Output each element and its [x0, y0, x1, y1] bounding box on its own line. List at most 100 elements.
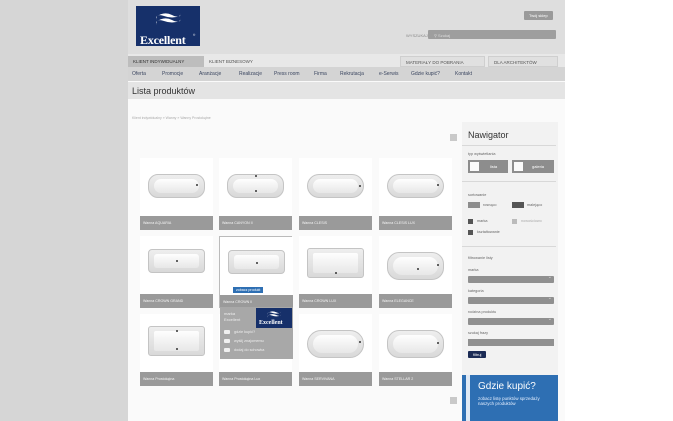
view-gallery-button[interactable]: galeria — [512, 160, 554, 173]
product-label: Wanna Prostokątna — [140, 372, 213, 386]
view-product-badge[interactable]: zobacz produkt — [233, 287, 264, 293]
sort-asc-label: rosnąco — [483, 203, 497, 207]
filter-brand-select[interactable] — [468, 274, 554, 283]
search-placeholder: Szukaj — [438, 33, 451, 38]
grid-icon — [514, 162, 523, 171]
hover-brand-line2: Excellent — [224, 317, 241, 322]
sort-label: sortowanie — [468, 193, 487, 197]
product-card[interactable]: Wanna CANYON II — [219, 158, 292, 230]
sort-desc-icon[interactable] — [512, 202, 524, 208]
hover-brand-logo: Excellent — [256, 308, 292, 328]
divider — [462, 246, 556, 247]
view-list-button[interactable]: lista — [468, 160, 508, 173]
brand-name: Excellent — [140, 33, 186, 47]
nav-item-realizacje[interactable]: Realizacje — [239, 71, 262, 77]
tab-individual-client[interactable]: KLIENT INDYWIDUALNY — [128, 56, 204, 67]
product-label: Wanna Prostokątna Lux — [219, 372, 292, 386]
view-type-label: typ wyświetlania — [468, 152, 496, 156]
clipboard-icon — [224, 348, 230, 352]
registered-mark: ® — [193, 33, 196, 37]
navigator-title: Nawigator — [468, 130, 509, 140]
product-card[interactable]: Wanna CLESIS LUX — [379, 158, 452, 230]
sort-brand-checkbox[interactable] — [468, 219, 473, 224]
nav-item-gdzie-kupic[interactable]: Gdzie kupić? — [411, 71, 440, 77]
hover-brand-name: Excellent — [259, 320, 283, 326]
add-to-clipboard-link[interactable]: dodaj do schowka — [234, 348, 264, 352]
view-list-label: lista — [490, 164, 498, 169]
tab-business-client[interactable]: KLIENT BIZNESOWY — [204, 56, 266, 67]
product-image — [379, 314, 452, 372]
excellent-logo[interactable]: Excellent ® — [136, 6, 200, 47]
product-label: Wanna ELEGANCE — [379, 294, 452, 308]
product-card[interactable]: Wanna ELEGANCE — [379, 236, 452, 308]
product-card-hovered[interactable]: zobacz produkt Wanna CROWN II — [219, 236, 293, 309]
mail-icon — [224, 339, 230, 343]
search-label: WYSZUKAJ — [406, 33, 428, 38]
scroll-down-arrow-icon[interactable] — [450, 397, 457, 404]
divider — [462, 145, 556, 146]
sort-new-checkbox[interactable] — [512, 219, 517, 224]
sort-price-checkbox[interactable] — [468, 230, 473, 235]
wave-logo-icon — [156, 13, 181, 25]
product-card[interactable]: Wanna SERVIVANA — [299, 314, 372, 386]
product-hover-menu: marka Excellent Excellent gdzie kupić? w… — [220, 307, 293, 359]
filter-phrase-input[interactable] — [468, 339, 554, 346]
product-label: Wanna CANYON II — [219, 216, 292, 230]
product-card[interactable]: Wanna Prostokątna — [140, 314, 213, 386]
product-image — [299, 236, 372, 294]
top-right-button[interactable]: Twój sklep — [524, 11, 553, 20]
nav-item-rekrutacja[interactable]: Rekrutacja — [340, 71, 364, 77]
page: Excellent ® Twój sklep WYSZUKAJ ⚲ Szukaj… — [128, 0, 565, 421]
nav-item-press-room[interactable]: Press room — [274, 71, 300, 77]
where-to-buy-banner[interactable]: Gdzie kupić? zobacz listę punktów sprzed… — [462, 375, 558, 421]
sort-brand-label: marka — [477, 219, 488, 223]
hover-brand-line1: marka — [224, 311, 236, 316]
product-image — [140, 236, 213, 294]
product-card[interactable]: Wanna STELLAR 2 — [379, 314, 452, 386]
page-title: Lista produktów — [132, 86, 196, 96]
filter-button[interactable]: filtruj — [468, 351, 487, 358]
divider — [462, 181, 556, 182]
breadcrumb[interactable]: Klient indywidualny » Wanny » Wanny Pros… — [132, 116, 211, 120]
filter-title: filtrowanie listy — [468, 256, 493, 260]
filter-family-select[interactable] — [468, 316, 554, 325]
nav-item-e-serwis[interactable]: e-Serwis — [379, 71, 398, 77]
nav-item-aranzacje[interactable]: Aranżacje — [199, 71, 221, 77]
product-card[interactable]: Wanna CLESIS — [299, 158, 372, 230]
product-image — [140, 158, 213, 216]
product-label: Wanna CLESIS LUX — [379, 216, 452, 230]
where-to-buy-subtitle: zobacz listę punktów sprzedaży naszych p… — [478, 396, 540, 406]
product-image — [379, 158, 452, 216]
tab-downloads[interactable]: MATERIAŁY DO POBRANIA — [400, 56, 485, 67]
filter-family-label: rodzina produktu — [468, 310, 497, 314]
sort-desc-label: malejąco — [527, 203, 543, 207]
product-label: Wanna SERVIVANA — [299, 372, 372, 386]
product-card[interactable]: Wanna AQUARIA — [140, 158, 213, 230]
product-image — [299, 314, 372, 372]
nav-item-oferta[interactable]: Oferta — [132, 71, 146, 77]
list-icon — [470, 162, 479, 171]
product-card[interactable]: Wanna CROWN GRAND — [140, 236, 213, 308]
product-image — [379, 236, 452, 294]
nav-item-promocje[interactable]: Promocje — [162, 71, 183, 77]
tab-architects[interactable]: DLA ARCHITEKTÓW — [488, 56, 558, 67]
where-to-buy-link[interactable]: gdzie kupić? — [234, 330, 255, 334]
product-label: Wanna AQUARIA — [140, 216, 213, 230]
filter-category-label: kategoria — [468, 289, 484, 293]
product-label: Wanna CLESIS — [299, 216, 372, 230]
product-label: Wanna STELLAR 2 — [379, 372, 452, 386]
sort-asc-icon[interactable] — [468, 202, 480, 208]
product-card[interactable]: Wanna CROWN LUX — [299, 236, 372, 308]
filter-category-select[interactable] — [468, 295, 554, 304]
where-to-buy-title: Gdzie kupić? — [478, 381, 536, 392]
nav-item-kontakt[interactable]: Kontakt — [455, 71, 472, 77]
right-background — [565, 0, 673, 421]
filter-phrase-label: szukaj frazy — [468, 331, 489, 335]
send-to-friend-link[interactable]: wyślij znajomemu — [234, 339, 264, 343]
product-label: Wanna CROWN LUX — [299, 294, 372, 308]
nav-item-firma[interactable]: Firma — [314, 71, 327, 77]
product-image — [219, 158, 292, 216]
scroll-up-arrow-icon[interactable] — [450, 134, 457, 141]
product-label: Wanna CROWN GRAND — [140, 294, 213, 308]
search-input[interactable]: ⚲ Szukaj — [428, 30, 556, 39]
